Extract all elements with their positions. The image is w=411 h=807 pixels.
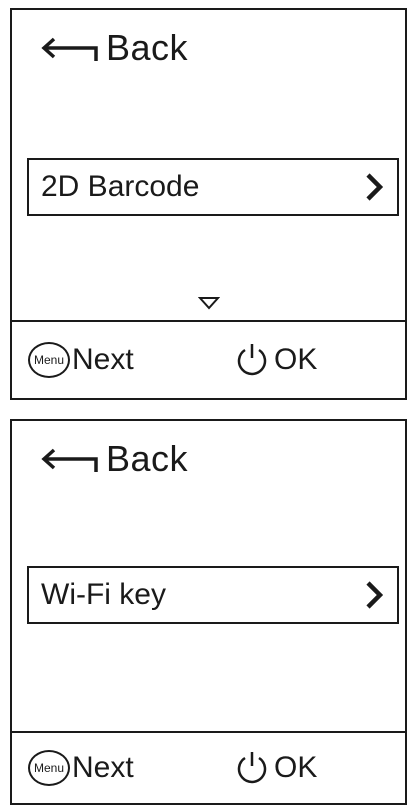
back-label: Back <box>106 27 189 68</box>
power-icon <box>234 342 270 378</box>
back-arrow-icon <box>40 444 100 474</box>
menu-item-label: Wi-Fi key <box>41 578 166 611</box>
back-label: Back <box>106 438 189 479</box>
down-triangle-icon <box>197 296 220 310</box>
menu-item-label: 2D Barcode <box>41 170 200 203</box>
back-arrow-icon <box>40 33 100 63</box>
power-icon <box>234 750 270 786</box>
chevron-right-icon <box>365 580 383 610</box>
menu-button-icon: Menu <box>28 750 70 786</box>
device-screen-2: Back Wi-Fi key Menu Next OK <box>10 419 407 805</box>
ok-button[interactable]: OK <box>234 342 317 378</box>
back-button[interactable]: Back <box>40 26 188 70</box>
device-screen-1: Back 2D Barcode Menu Next OK <box>10 8 407 400</box>
menu-button-icon: Menu <box>28 342 70 378</box>
ok-label: OK <box>274 343 318 376</box>
next-button[interactable]: Menu Next <box>28 750 134 786</box>
chevron-right-icon <box>365 172 383 202</box>
footer-bar: Menu Next OK <box>12 731 405 803</box>
ok-label: OK <box>274 751 318 784</box>
footer-bar: Menu Next OK <box>12 320 405 398</box>
menu-item-wifi-key[interactable]: Wi-Fi key <box>27 566 399 624</box>
menu-item-2d-barcode[interactable]: 2D Barcode <box>27 158 399 216</box>
back-button[interactable]: Back <box>40 437 188 481</box>
next-button[interactable]: Menu Next <box>28 342 134 378</box>
next-label: Next <box>72 343 134 376</box>
ok-button[interactable]: OK <box>234 750 317 786</box>
next-label: Next <box>72 751 134 784</box>
